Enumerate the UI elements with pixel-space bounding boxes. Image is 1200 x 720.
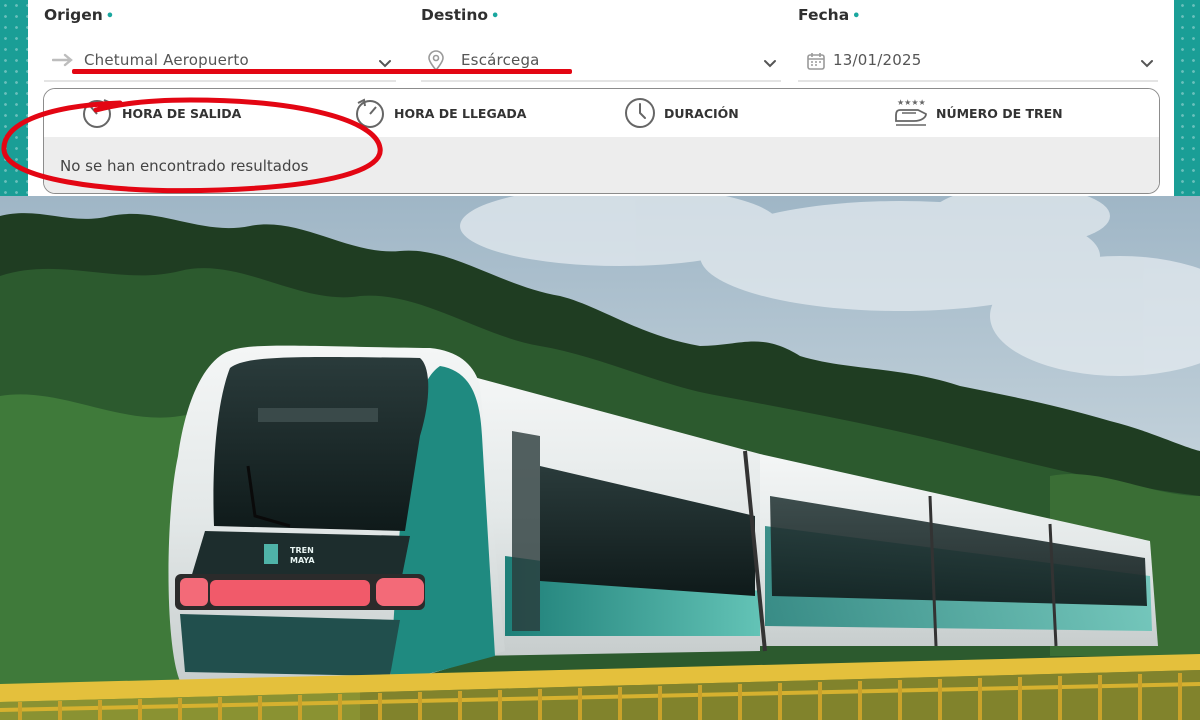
arrival-clock-icon <box>356 98 384 128</box>
field-underline <box>421 80 781 82</box>
departure-clock-icon <box>83 99 113 128</box>
destination-label: Destino • <box>421 6 499 24</box>
origin-value: Chetumal Aeropuerto <box>84 51 249 69</box>
column-duration[interactable]: DURACIÓN <box>624 97 739 129</box>
logo-text-line-1: TREN <box>290 546 314 555</box>
results-header: HORA DE SALIDA HORA DE LLEGADA DURACIÓN … <box>44 89 1159 137</box>
required-dot: • <box>491 9 500 24</box>
results-body: No se han encontrado resultados <box>44 137 1159 193</box>
column-train-number[interactable]: ★★★★ NÚMERO DE TREN <box>894 97 1063 129</box>
origin-label: Origen • <box>44 6 114 24</box>
chevron-down-icon[interactable] <box>1140 54 1154 73</box>
tren-maya-logo: TREN MAYA <box>264 544 315 565</box>
date-select[interactable]: Fecha • 13/01/2025 <box>798 0 1158 84</box>
required-dot: • <box>105 9 115 24</box>
date-value: 13/01/2025 <box>833 51 922 69</box>
column-label: HORA DE SALIDA <box>122 105 242 121</box>
column-label: HORA DE LLEGADA <box>394 105 527 121</box>
date-label: Fecha • <box>798 6 860 24</box>
column-label: DURACIÓN <box>664 105 739 121</box>
train-icon: ★★★★ <box>895 98 927 126</box>
column-label: NÚMERO DE TREN <box>936 105 1063 121</box>
destination-label-text: Destino <box>421 6 489 24</box>
train-windshield <box>213 357 429 531</box>
destination-value: Escárcega <box>461 51 540 69</box>
field-underline <box>44 80 396 82</box>
empty-results-message: No se han encontrado resultados <box>60 157 309 175</box>
chevron-down-icon[interactable] <box>763 54 777 73</box>
required-dot: • <box>852 9 861 24</box>
calendar-icon <box>806 51 826 75</box>
search-widget-area: Origen • Chetumal Aeropuerto Destino • Esc… <box>0 0 1200 196</box>
column-arrival-time[interactable]: HORA DE LLEGADA <box>354 97 526 129</box>
logo-text-line-2: MAYA <box>290 556 315 565</box>
results-table: HORA DE SALIDA HORA DE LLEGADA DURACIÓN … <box>43 88 1160 194</box>
train-photo: TREN MAYA <box>0 196 1200 720</box>
field-underline <box>798 80 1158 82</box>
date-label-text: Fecha <box>798 6 850 24</box>
column-departure-time[interactable]: HORA DE SALIDA <box>82 97 241 129</box>
svg-text:★★★★: ★★★★ <box>897 98 926 107</box>
arrow-right-icon <box>51 52 74 71</box>
origin-label-text: Origen <box>44 6 103 24</box>
red-annotation-underline <box>72 69 572 74</box>
clock-icon <box>625 98 655 128</box>
